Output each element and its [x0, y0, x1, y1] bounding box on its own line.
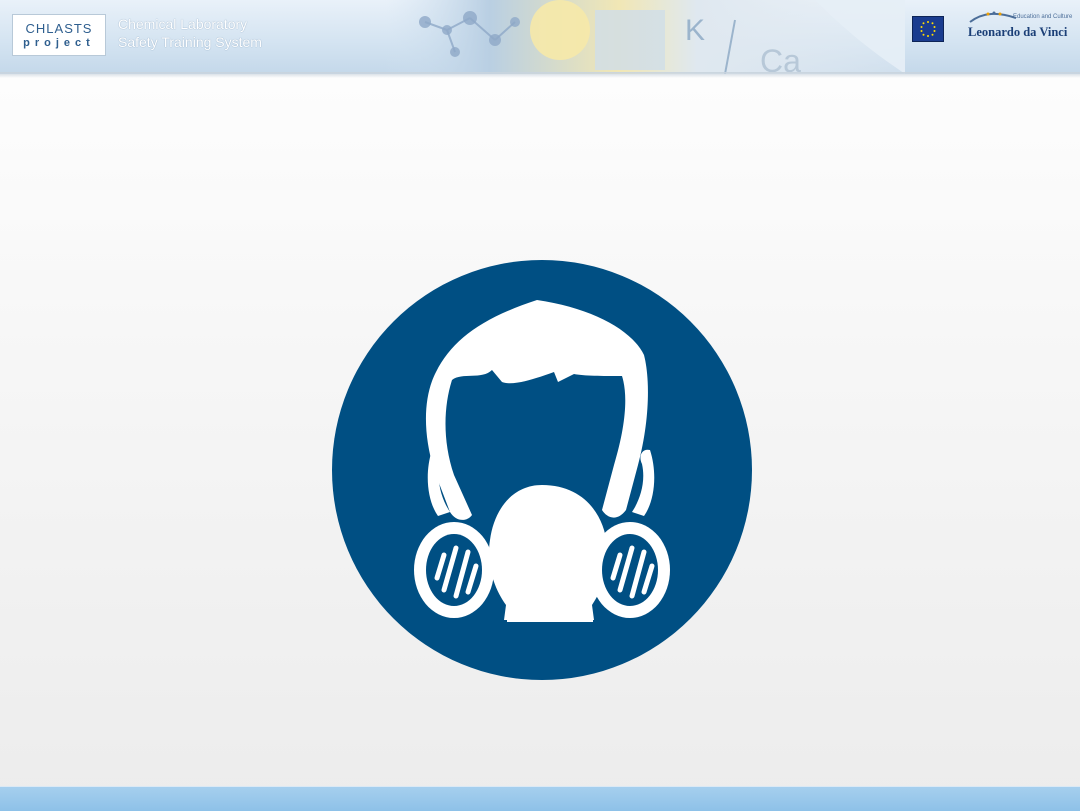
footer-bar	[0, 786, 1080, 811]
header-collage-image: K Ca	[385, 0, 905, 74]
program-name: Leonardo da Vinci	[968, 25, 1068, 39]
logo-line1: CHLASTS	[25, 21, 93, 36]
header-title-line2: Safety Training System	[118, 34, 262, 50]
header-bar: CHLASTS project Chemical Laboratory Safe…	[0, 0, 1080, 74]
chlasts-logo: CHLASTS project	[12, 14, 106, 56]
eu-flag-icon	[912, 16, 944, 42]
svg-text:K: K	[685, 14, 705, 47]
logo-line2: project	[23, 37, 95, 49]
header-title: Chemical Laboratory Safety Training Syst…	[118, 15, 262, 51]
header-shadow	[0, 72, 1080, 78]
header-title-line1: Chemical Laboratory	[118, 16, 248, 32]
leonardo-swoosh-icon	[969, 11, 1017, 23]
program-subtitle: Education and Culture	[1013, 14, 1073, 20]
svg-text:Ca: Ca	[760, 43, 801, 74]
respirator-mask-icon	[332, 260, 752, 680]
